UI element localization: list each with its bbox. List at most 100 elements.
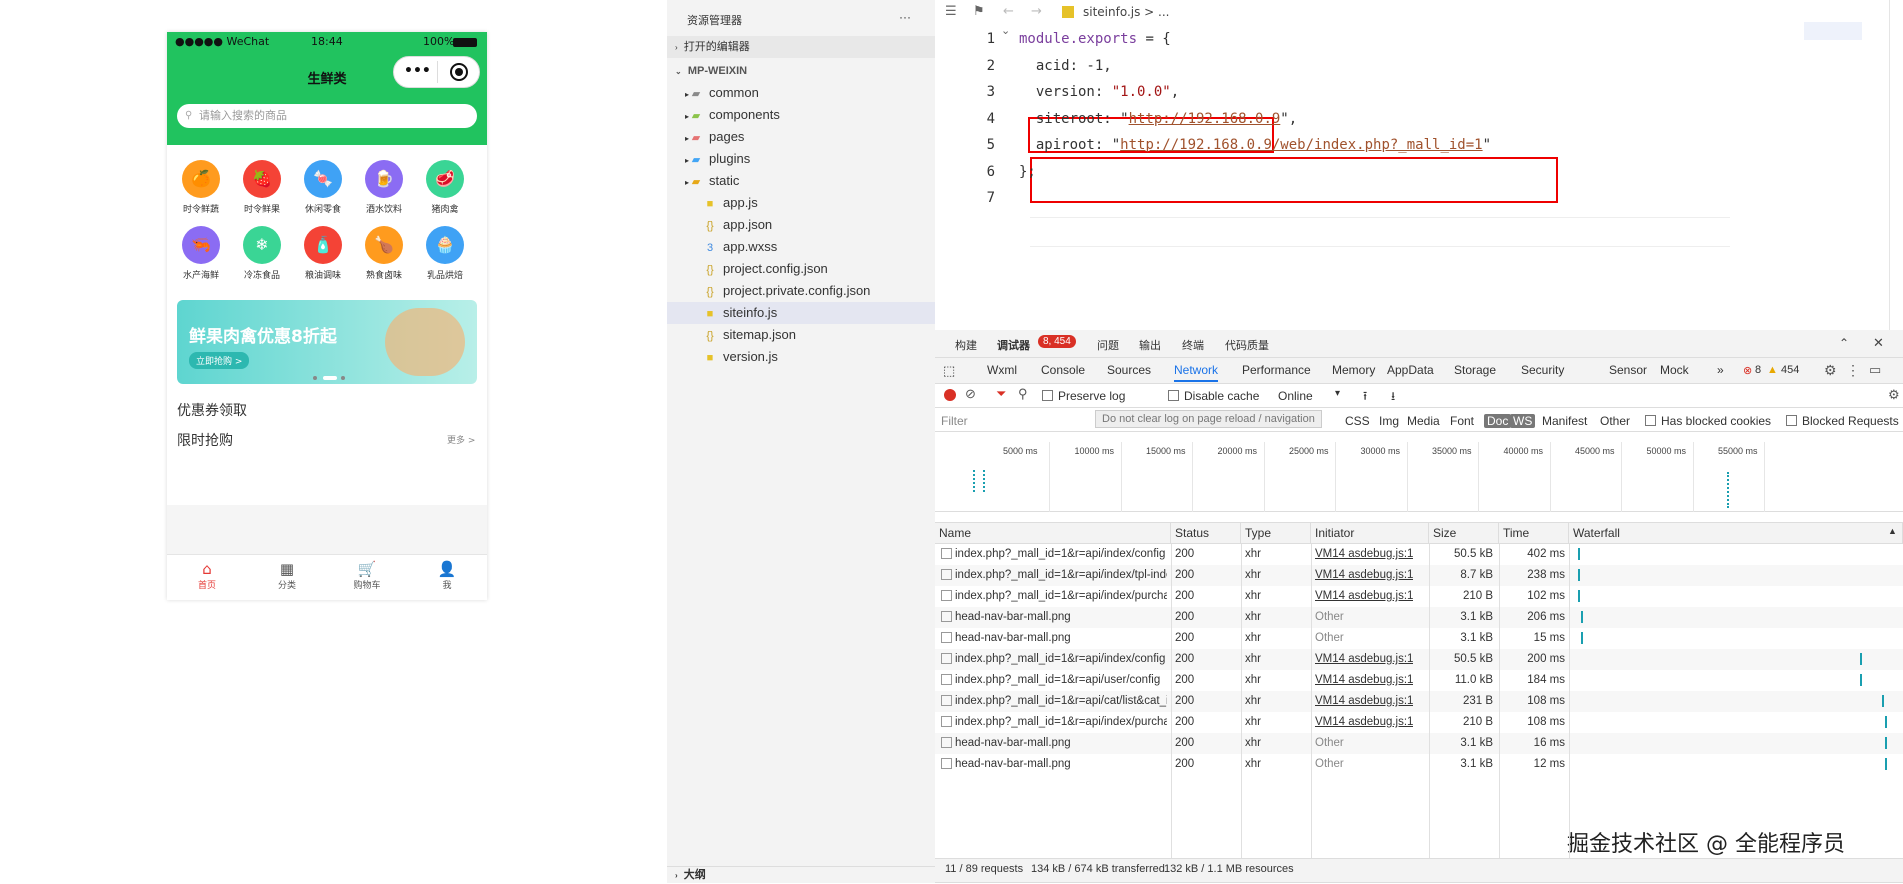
- request-initiator[interactable]: VM14 asdebug.js:1: [1315, 565, 1413, 586]
- request-name[interactable]: head-nav-bar-mall.png: [955, 607, 1167, 628]
- code-line[interactable]: siteroot: "http://192.168.0.9",: [1019, 111, 1297, 127]
- code-line[interactable]: module.exports = {: [1019, 31, 1171, 47]
- code-line[interactable]: apiroot: "http://192.168.0.9/web/index.p…: [1019, 137, 1491, 153]
- more-link[interactable]: 更多 >: [447, 433, 475, 446]
- minimap[interactable]: [1804, 22, 1862, 40]
- top-tab[interactable]: 问题: [1097, 337, 1119, 353]
- upload-icon[interactable]: ⭱: [1363, 387, 1367, 408]
- error-count[interactable]: 8: [1755, 364, 1761, 376]
- kebab-icon[interactable]: ⋮: [1846, 362, 1860, 379]
- type-filter-font[interactable]: Font: [1450, 414, 1474, 428]
- table-row[interactable]: index.php?_mall_id=1&r=api/index/config 2…: [935, 544, 1903, 565]
- type-filter-media[interactable]: Media: [1407, 414, 1440, 428]
- category-item[interactable]: ❄ 冷冻食品: [230, 226, 294, 281]
- panel-tab-security[interactable]: Security: [1521, 363, 1564, 377]
- outline-section[interactable]: › 大纲: [667, 866, 935, 883]
- category-item[interactable]: 🍬 休闲零食: [291, 160, 355, 215]
- inspect-icon[interactable]: ⬚: [943, 363, 955, 379]
- category-item[interactable]: 🍓 时令鲜果: [230, 160, 294, 215]
- top-tab[interactable]: 代码质量: [1225, 337, 1269, 353]
- forward-icon[interactable]: →: [1031, 4, 1042, 19]
- tab-grid[interactable]: ▦ 分类: [247, 560, 327, 591]
- type-filter-other[interactable]: Other: [1600, 414, 1630, 428]
- warning-icon[interactable]: ▲: [1767, 364, 1778, 376]
- panel-tab-memory[interactable]: Memory: [1332, 363, 1375, 377]
- category-item[interactable]: 🦐 水产海鲜: [169, 226, 233, 281]
- preserve-log-checkbox[interactable]: [1042, 390, 1053, 401]
- top-tab[interactable]: 终端: [1182, 337, 1204, 353]
- category-item[interactable]: 🧁 乳品烘焙: [413, 226, 477, 281]
- filter-input[interactable]: Filter: [941, 414, 1096, 428]
- panel-tab-mock[interactable]: Mock: [1660, 363, 1689, 377]
- request-initiator[interactable]: VM14 asdebug.js:1: [1315, 691, 1413, 712]
- table-row[interactable]: head-nav-bar-mall.png 200 xhr Other 3.1 kB 20…: [935, 607, 1903, 628]
- banner-button[interactable]: 立即抢购 >: [189, 352, 250, 369]
- column-initiator[interactable]: Initiator: [1311, 522, 1429, 544]
- category-item[interactable]: 🥩 猪肉禽: [413, 160, 477, 215]
- dock-icon[interactable]: ▭: [1869, 362, 1881, 378]
- column-time[interactable]: Time: [1499, 522, 1569, 544]
- table-row[interactable]: index.php?_mall_id=1&r=api/index/config 2…: [935, 649, 1903, 670]
- table-row[interactable]: head-nav-bar-mall.png 200 xhr Other 3.1 kB 12…: [935, 754, 1903, 775]
- request-initiator[interactable]: VM14 asdebug.js:1: [1315, 670, 1413, 691]
- clear-icon[interactable]: ⊘: [965, 386, 976, 402]
- tab-user[interactable]: 👤 我: [407, 560, 487, 591]
- warning-count[interactable]: 454: [1781, 364, 1799, 376]
- request-name[interactable]: index.php?_mall_id=1&r=api/index/config: [955, 649, 1167, 670]
- column-status[interactable]: Status: [1171, 522, 1241, 544]
- type-filter-ws[interactable]: WS: [1510, 414, 1536, 428]
- top-tab[interactable]: 构建: [955, 337, 977, 353]
- code-editor[interactable]: ☰ ⚑ ← → siteinfo.js > ... ⌄ 1 module.expo…: [935, 0, 1903, 330]
- request-initiator[interactable]: VM14 asdebug.js:1: [1315, 544, 1413, 565]
- record-icon[interactable]: [944, 389, 956, 401]
- tree-item-common[interactable]: ▸ ▰ common: [667, 82, 935, 104]
- table-row[interactable]: index.php?_mall_id=1&r=api/cat/list&cat_…: [935, 691, 1903, 712]
- tree-item-pages[interactable]: ▸ ▰ pages: [667, 126, 935, 148]
- top-tab[interactable]: 输出: [1139, 337, 1161, 353]
- list-icon[interactable]: ☰: [945, 4, 957, 19]
- category-item[interactable]: 🍺 酒水饮料: [352, 160, 416, 215]
- table-row[interactable]: index.php?_mall_id=1&r=api/user/config 20…: [935, 670, 1903, 691]
- panel-tab-wxml[interactable]: Wxml: [987, 363, 1017, 377]
- promo-banner[interactable]: 鲜果肉禽优惠8折起 立即抢购 >: [177, 300, 477, 384]
- open-editors-section[interactable]: › 打开的编辑器: [667, 36, 935, 58]
- editor-breadcrumb[interactable]: siteinfo.js > ...: [1083, 5, 1170, 19]
- explorer-more-icon[interactable]: ···: [899, 10, 911, 24]
- filter-icon[interactable]: ⏷: [996, 386, 1006, 402]
- category-item[interactable]: 🍊 时令鲜蔬: [169, 160, 233, 215]
- blocked-cookies-checkbox[interactable]: [1645, 415, 1656, 426]
- more-dots-icon[interactable]: •••: [404, 63, 431, 79]
- request-name[interactable]: index.php?_mall_id=1&r=api/index/purchas…: [955, 586, 1167, 607]
- download-icon[interactable]: ⭳: [1391, 387, 1395, 408]
- throttle-select[interactable]: Online: [1278, 389, 1313, 403]
- blocked-requests-checkbox[interactable]: [1786, 415, 1797, 426]
- column-type[interactable]: Type: [1241, 522, 1311, 544]
- category-item[interactable]: 🧴 粮油调味: [291, 226, 355, 281]
- search-icon[interactable]: ⚲: [1018, 386, 1028, 402]
- top-tab[interactable]: 调试器: [997, 337, 1030, 353]
- project-section[interactable]: ⌄ MP-WEIXIN: [667, 60, 935, 82]
- request-name[interactable]: index.php?_mall_id=1&r=api/user/config: [955, 670, 1167, 691]
- tree-item-app-wxss[interactable]: 3 app.wxss: [667, 236, 935, 258]
- close-icon[interactable]: ✕: [1873, 335, 1884, 351]
- type-filter-doc[interactable]: Doc: [1484, 414, 1512, 428]
- type-filter-css[interactable]: CSS: [1345, 414, 1370, 428]
- tree-item-version-js[interactable]: ■ version.js: [667, 346, 935, 368]
- panel-tab-appdata[interactable]: AppData: [1387, 363, 1434, 377]
- disable-cache-checkbox[interactable]: [1168, 390, 1179, 401]
- error-icon[interactable]: ⊗: [1743, 364, 1752, 377]
- code-line[interactable]: };: [1019, 164, 1036, 180]
- settings-icon[interactable]: ⚙: [1824, 362, 1837, 379]
- back-icon[interactable]: ←: [1003, 4, 1014, 19]
- table-row[interactable]: head-nav-bar-mall.png 200 xhr Other 3.1 kB 15…: [935, 628, 1903, 649]
- request-initiator[interactable]: VM14 asdebug.js:1: [1315, 586, 1413, 607]
- bookmark-icon[interactable]: ⚑: [973, 4, 985, 19]
- tree-item-app-js[interactable]: ■ app.js: [667, 192, 935, 214]
- network-settings-icon[interactable]: ⚙: [1888, 387, 1900, 403]
- tree-item-project-private-config-json[interactable]: {} project.private.config.json: [667, 280, 935, 302]
- table-row[interactable]: index.php?_mall_id=1&r=api/index/purchas…: [935, 586, 1903, 607]
- request-initiator[interactable]: VM14 asdebug.js:1: [1315, 649, 1413, 670]
- tab-home[interactable]: ⌂ 首页: [167, 560, 247, 591]
- tree-item-static[interactable]: ▸ ▰ static: [667, 170, 935, 192]
- table-row[interactable]: index.php?_mall_id=1&r=api/index/purchas…: [935, 712, 1903, 733]
